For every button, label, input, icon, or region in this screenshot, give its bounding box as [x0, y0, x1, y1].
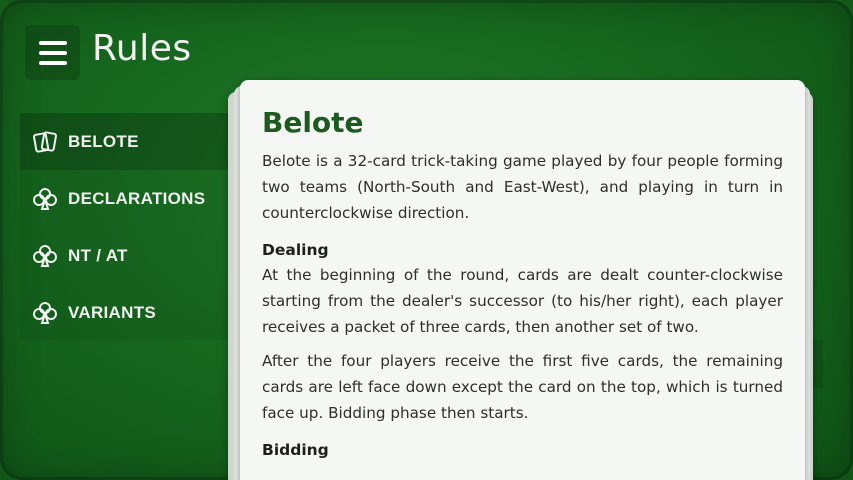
club-icon [32, 300, 58, 326]
club-icon [32, 243, 58, 269]
cards-icon [32, 129, 58, 155]
sidebar-item-label: BELOTE [68, 131, 139, 151]
sidebar: BELOTE DECLARATIONS NT / AT VARIANTS [20, 113, 235, 340]
sidebar-item-declarations[interactable]: DECLARATIONS [20, 170, 235, 227]
page-title: Rules [92, 28, 192, 69]
dealing-paragraph: After the four players receive the first… [262, 352, 783, 422]
rules-content-card[interactable]: Belote Belote is a 32-card trick-taking … [240, 80, 805, 480]
sidebar-item-belote[interactable]: BELOTE [20, 113, 235, 170]
section-title-bidding: Bidding [262, 441, 329, 459]
dealing-paragraph: At the beginning of the round, cards are… [262, 266, 783, 336]
menu-button[interactable] [25, 25, 80, 80]
sidebar-item-label: DECLARATIONS [68, 188, 206, 208]
rules-heading: Belote [262, 106, 364, 139]
section-title-dealing: Dealing [262, 241, 329, 259]
sidebar-item-label: VARIANTS [68, 302, 157, 322]
hamburger-icon-bar [38, 40, 67, 45]
hamburger-icon-bar [38, 60, 67, 65]
hamburger-icon-bar [38, 50, 67, 55]
sidebar-item-label: NT / AT [68, 245, 128, 265]
sidebar-item-variants[interactable]: VARIANTS [20, 284, 235, 341]
club-icon [32, 186, 58, 212]
sidebar-item-nt-at[interactable]: NT / AT [20, 227, 235, 284]
rules-intro: Belote is a 32-card trick-taking game pl… [262, 152, 783, 222]
